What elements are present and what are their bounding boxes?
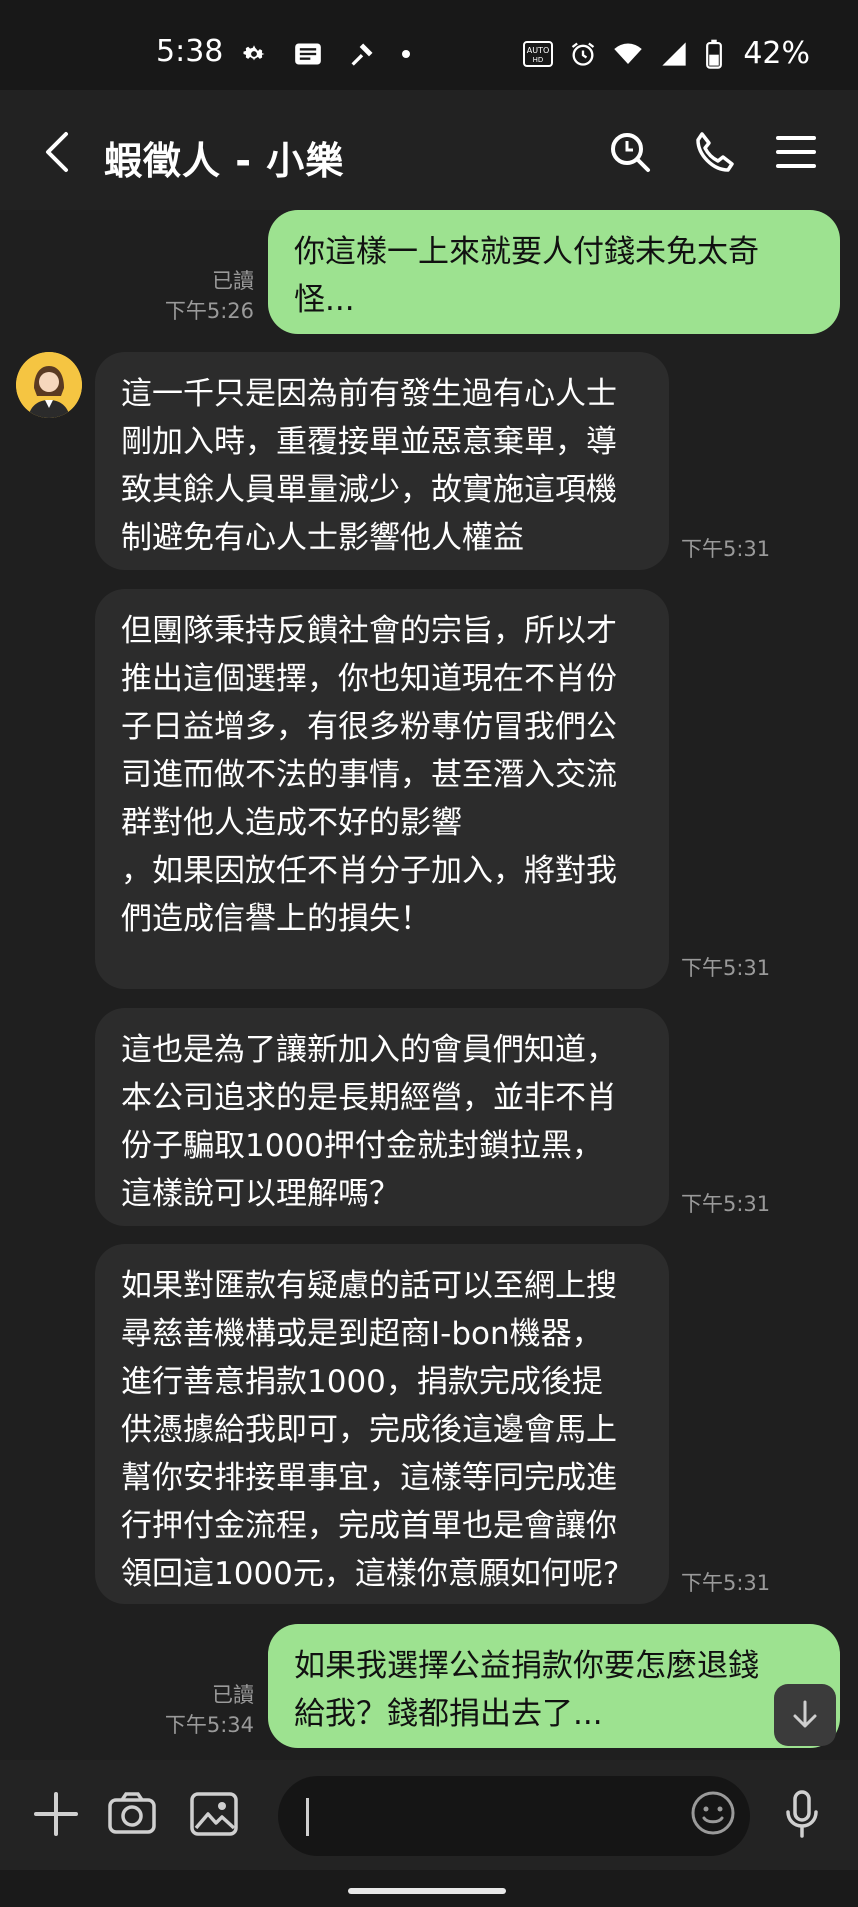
read-receipt: 已讀 — [212, 269, 254, 293]
search-icon[interactable] — [606, 128, 654, 176]
emoji-icon[interactable] — [690, 1790, 736, 1836]
incoming-message[interactable]: 但團隊秉持反饋社會的宗旨，所以才 推出這個選擇，你也知道現在不肖份 子日益增多，… — [95, 589, 669, 989]
signal-icon — [662, 41, 686, 66]
auto-hd-icon: AUTOHD — [523, 40, 554, 67]
message-time: 下午5:26 — [164, 299, 254, 323]
svg-text:HD: HD — [533, 56, 544, 64]
arrow-down-icon — [793, 1700, 817, 1728]
scroll-to-bottom-button[interactable] — [774, 1684, 836, 1746]
incoming-message[interactable]: 這也是為了讓新加入的會員們知道， 本公司追求的是長期經營，並非不肖 份子騙取10… — [95, 1008, 669, 1226]
menu-icon[interactable] — [772, 128, 820, 176]
outgoing-message[interactable]: 如果我選擇公益捐款你要怎麼退錢 給我？錢都捐出去了... — [268, 1624, 840, 1748]
message-meta: 已讀 下午5:34 — [150, 1680, 254, 1740]
system-navigation-bar — [0, 1870, 858, 1907]
message-time: 下午5:31 — [681, 537, 771, 561]
person-icon — [16, 352, 82, 418]
tools-icon — [351, 43, 373, 66]
dot-icon — [402, 50, 410, 58]
message-time: 下午5:31 — [681, 1571, 771, 1595]
message-composer — [0, 1760, 858, 1870]
read-receipt: 已讀 — [212, 1683, 254, 1707]
message-time: 下午5:31 — [681, 1192, 771, 1216]
camera-icon[interactable] — [106, 1788, 158, 1840]
wifi-icon — [614, 43, 643, 64]
image-icon[interactable] — [188, 1788, 240, 1840]
incoming-message[interactable]: 如果對匯款有疑慮的話可以至網上搜 尋慈善機構或是到超商I-bon機器， 進行善意… — [95, 1244, 669, 1604]
outgoing-message[interactable]: 你這樣一上來就要人付錢未免太奇 怪... — [268, 210, 840, 334]
news-icon — [295, 43, 321, 65]
back-arrow-icon[interactable] — [40, 130, 76, 174]
battery-percent: 42% — [743, 36, 810, 71]
microphone-icon[interactable] — [776, 1788, 828, 1840]
gear-icon — [243, 45, 265, 61]
message-time: 下午5:31 — [681, 956, 771, 980]
phone-icon[interactable] — [690, 128, 738, 176]
status-time: 5:38 — [156, 34, 224, 69]
plus-icon[interactable] — [30, 1788, 82, 1840]
battery-icon — [706, 39, 723, 69]
chat-header: 蝦徵人 - 小樂 — [0, 90, 858, 210]
chat-title: 蝦徵人 - 小樂 — [104, 139, 345, 183]
message-time: 下午5:34 — [164, 1713, 254, 1737]
message-meta: 已讀 下午5:26 — [150, 266, 254, 326]
incoming-message[interactable]: 這一千只是因為前有發生過有心人士 剛加入時，重覆接單並惡意棄單，導 致其餘人員單… — [95, 352, 669, 570]
status-bar: 5:38 AUTO HD 42% — [0, 0, 858, 90]
svg-text:AUTO: AUTO — [527, 46, 550, 55]
message-input[interactable] — [278, 1776, 750, 1856]
avatar[interactable] — [16, 352, 82, 418]
text-caret — [306, 1798, 309, 1836]
home-gesture-handle[interactable] — [348, 1888, 506, 1894]
alarm-icon — [572, 42, 595, 66]
